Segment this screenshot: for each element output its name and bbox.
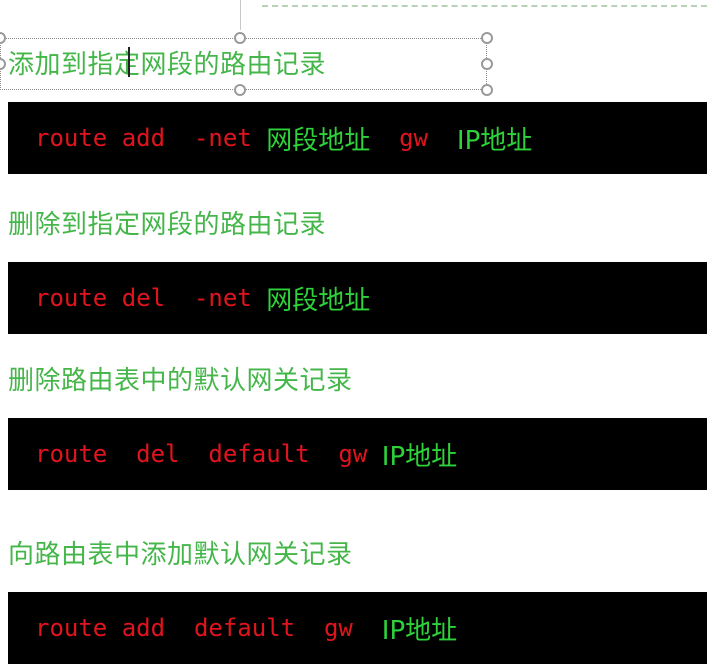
heading-delete-network-route[interactable]: 删除到指定网段的路由记录: [8, 208, 326, 242]
resize-handle-bottom[interactable]: [234, 84, 246, 96]
slide-canvas[interactable]: 添加到指定网段的路由记录 route add -net 网段地址 gw IP地址…: [0, 0, 707, 664]
command-block-delete-network-route[interactable]: route del -net 网段地址: [8, 262, 707, 334]
resize-handle-right[interactable]: [481, 58, 493, 70]
command-block-add-default-gateway[interactable]: route add default gw IP地址: [8, 592, 707, 664]
command-placeholder-ip: IP地址: [381, 441, 458, 472]
command-text: route del default gw: [35, 440, 382, 468]
command-placeholder-ip: IP地址: [456, 125, 533, 156]
command-text: gw: [370, 124, 457, 152]
resize-handle-bottom-right[interactable]: [481, 84, 493, 96]
resize-handle-top[interactable]: [234, 32, 246, 44]
dashed-divider: [262, 5, 707, 7]
heading-delete-default-gateway[interactable]: 删除路由表中的默认网关记录: [8, 364, 353, 398]
command-block-add-network-route[interactable]: route add -net 网段地址 gw IP地址: [8, 102, 707, 174]
resize-handle-top-right[interactable]: [481, 32, 493, 44]
command-placeholder-network: 网段地址: [266, 125, 371, 156]
heading-add-network-route[interactable]: 添加到指定网段的路由记录: [8, 48, 326, 82]
command-text: route del -net: [35, 284, 267, 312]
command-text: route add default gw: [35, 614, 382, 642]
command-placeholder-ip: IP地址: [381, 615, 458, 646]
heading-add-default-gateway[interactable]: 向路由表中添加默认网关记录: [8, 538, 353, 572]
shape-outline: [240, 0, 241, 30]
command-block-delete-default-gateway[interactable]: route del default gw IP地址: [8, 418, 707, 490]
command-placeholder-network: 网段地址: [266, 285, 371, 316]
text-cursor: [128, 47, 130, 77]
command-text: route add -net: [35, 124, 267, 152]
